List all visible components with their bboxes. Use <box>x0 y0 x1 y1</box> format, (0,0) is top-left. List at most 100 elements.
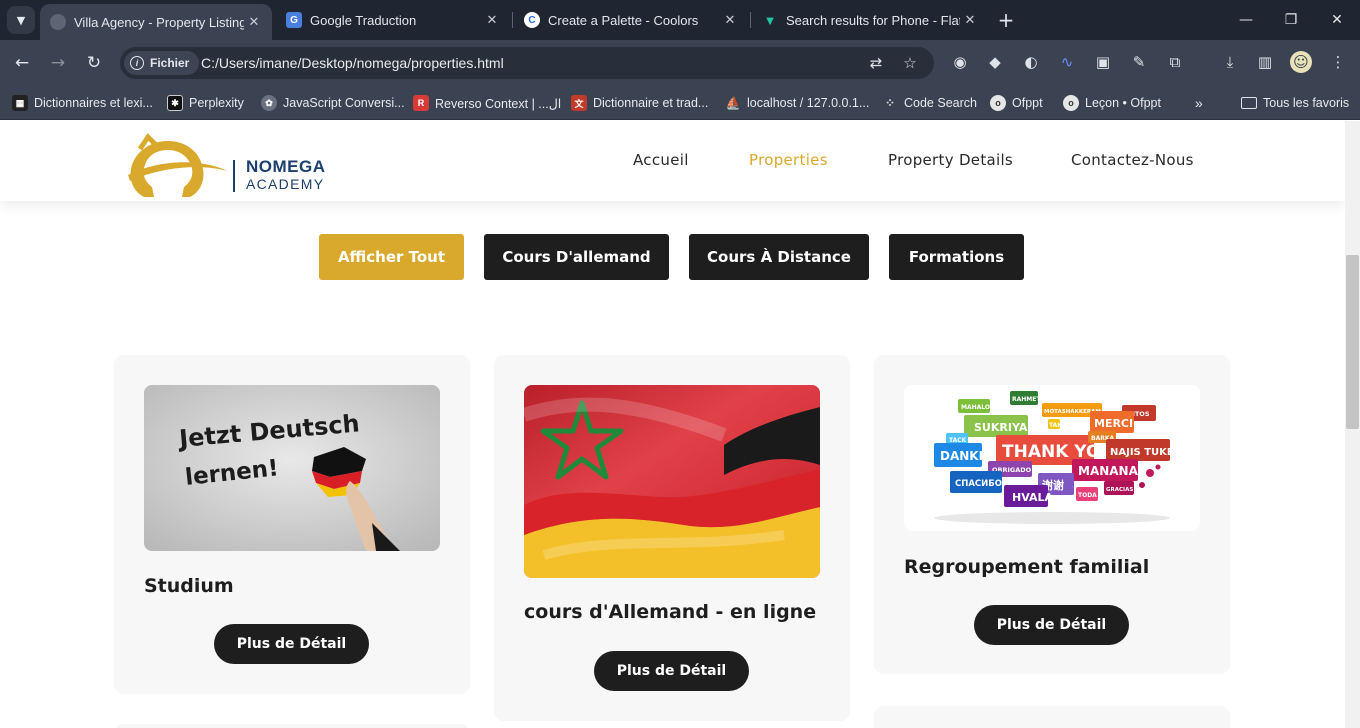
thank-you-languages-illustration: MAHALO RAHMET MOTASHAKKERAM KIITOS SUKRI… <box>934 391 1174 524</box>
restore-button[interactable]: ❐ <box>1276 8 1306 32</box>
word-hvala: HVALA <box>1012 491 1053 504</box>
google-translate-icon: G <box>286 12 302 28</box>
url-text[interactable]: C:/Users/imane/Desktop/nomega/properties… <box>201 55 504 71</box>
nav-contactez-nous[interactable]: Contactez-Nous <box>1071 151 1194 169</box>
word-manana: MANANA <box>1078 464 1139 478</box>
tab-flaticon[interactable]: ▼ Search results for Phone - Flatic ✕ <box>752 0 988 40</box>
download-icon[interactable]: ⤓ <box>1219 51 1241 73</box>
nav-accueil[interactable]: Accueil <box>633 151 689 169</box>
details-button[interactable]: Plus de Détail <box>214 624 369 664</box>
globe-icon <box>50 14 66 30</box>
filter-formations[interactable]: Formations <box>889 234 1024 280</box>
tab-title: Search results for Phone - Flatic <box>786 12 960 28</box>
filter-cours-allemand[interactable]: Cours D'allemand <box>484 234 669 280</box>
bookmark-item[interactable]: ✱ Perplexity <box>167 93 244 113</box>
word-tak: TAK <box>1049 422 1062 429</box>
logo-title: NOMEGA <box>246 157 326 176</box>
tab-coolors[interactable]: C Create a Palette - Coolors ✕ <box>514 0 748 40</box>
phpmyadmin-icon: ⛵ <box>725 96 741 110</box>
word-spasibo: СПАСИБО <box>955 479 1002 489</box>
profile-avatar[interactable]: ☺ <box>1290 51 1312 73</box>
bookmark-item[interactable]: o Leçon • Ofppt <box>1063 93 1161 113</box>
logo-subtitle: ACADEMY <box>246 176 325 192</box>
bookmark-label: Leçon • Ofppt <box>1085 96 1161 110</box>
details-button[interactable]: Plus de Détail <box>594 651 749 691</box>
scrollbar-thumb[interactable] <box>1346 255 1359 429</box>
bookmark-item[interactable]: 文 Dictionnaire et trad... <box>571 93 708 113</box>
course-card-allemand-en-ligne: cours d'Allemand - en ligne Plus de Déta… <box>494 355 850 721</box>
minimize-button[interactable]: — <box>1231 8 1261 32</box>
site-info-chip[interactable]: i Fichier <box>124 51 200 75</box>
word-kiitos: MAHALO <box>961 404 990 411</box>
forward-button[interactable]: → <box>46 51 70 75</box>
bookmark-star-icon[interactable]: ☆ <box>900 53 920 73</box>
bookmark-item[interactable]: ⛵ localhost / 127.0.0.1... <box>725 93 870 113</box>
more-bookmarks-button[interactable]: » <box>1195 93 1203 113</box>
morocco-germany-flags-illustration <box>524 385 820 578</box>
extension-record-icon[interactable]: ◉ <box>949 51 971 73</box>
extension-dark-mode-icon[interactable]: ◐ <box>1020 51 1042 73</box>
bookmark-label: Dictionnaires et lexi... <box>34 96 153 110</box>
tab-separator <box>512 12 513 28</box>
close-icon[interactable]: ✕ <box>960 12 980 28</box>
course-card-next-row <box>874 706 1230 728</box>
bookmark-label: Code Search <box>904 96 977 110</box>
menu-kebab-icon[interactable]: ⋮ <box>1327 51 1349 73</box>
close-icon[interactable]: ✕ <box>482 12 502 28</box>
tab-title: Google Traduction <box>310 12 417 28</box>
card-title: cours d'Allemand - en ligne <box>524 601 817 623</box>
eyedropper-icon[interactable]: ✎ <box>1128 51 1150 73</box>
tab-villa-agency[interactable]: Villa Agency - Property Listing I ✕ <box>40 4 272 40</box>
ofppt-icon: o <box>990 95 1006 111</box>
extensions-puzzle-icon[interactable]: ⧉ <box>1164 51 1186 73</box>
nav-property-details[interactable]: Property Details <box>888 151 1013 169</box>
extension-wave-icon[interactable]: ∿ <box>1056 51 1078 73</box>
flaticon-icon: ▼ <box>763 12 777 28</box>
coolors-icon: C <box>524 12 540 28</box>
extension-scan-icon[interactable]: ▣ <box>1092 51 1114 73</box>
nav-properties[interactable]: Properties <box>749 151 828 169</box>
jetzt-deutsch-image: Jetzt Deutsch lernen! <box>144 385 440 551</box>
bookmark-label: localhost / 127.0.0.1... <box>747 96 870 110</box>
word-tack: TACK <box>949 437 967 444</box>
dictionary-icon: ▦ <box>12 95 28 111</box>
bookmark-item[interactable]: ✿ JavaScript Conversi... <box>261 93 405 113</box>
back-button[interactable]: ← <box>10 51 34 75</box>
window-close-button[interactable]: ✕ <box>1322 8 1352 32</box>
bookmark-item[interactable]: ⁘ Code Search <box>882 93 977 113</box>
course-card-studium: Jetzt Deutsch lernen! Studium Plus de Dé… <box>114 355 470 694</box>
extension-fox-icon[interactable]: ◆ <box>984 51 1006 73</box>
tab-google-translate[interactable]: G Google Traduction ✕ <box>276 0 510 40</box>
bookmark-label: Ofppt <box>1012 96 1043 110</box>
page-scrollbar[interactable] <box>1345 121 1360 728</box>
bookmark-item[interactable]: o Ofppt <box>990 93 1043 113</box>
translate-icon[interactable]: ⇄ <box>866 53 886 73</box>
file-scheme-label: Fichier <box>150 56 190 70</box>
word-gracias: GRACIAS <box>1106 487 1133 493</box>
bookmark-label: Tous les favoris <box>1263 96 1350 110</box>
bookmark-item[interactable]: ▦ Dictionnaires et lexi... <box>12 93 153 113</box>
ofppt-icon: o <box>1063 95 1079 111</box>
details-button[interactable]: Plus de Détail <box>974 605 1129 645</box>
new-tab-button[interactable]: + <box>995 9 1017 31</box>
address-bar[interactable]: i Fichier C:/Users/imane/Desktop/nomega/… <box>120 47 934 79</box>
bookmark-label: Perplexity <box>189 96 244 110</box>
info-icon: i <box>130 56 144 70</box>
word-toda: TODA <box>1078 492 1097 499</box>
bookmark-item[interactable]: R Reverso Context | ...ال <box>413 93 561 113</box>
filter-afficher-tout[interactable]: Afficher Tout <box>319 234 464 280</box>
filter-cours-distance[interactable]: Cours À Distance <box>689 234 869 280</box>
course-card-next-row <box>114 724 470 728</box>
page-viewport: NOMEGA ACADEMY Accueil Properties Proper… <box>0 121 1345 728</box>
nomega-logo[interactable]: NOMEGA ACADEMY <box>126 131 336 199</box>
close-icon[interactable]: ✕ <box>720 12 740 28</box>
side-panel-icon[interactable]: ▥ <box>1254 51 1276 73</box>
tab-search-button[interactable]: ▼ <box>7 6 35 34</box>
bookmark-label: Reverso Context | ...ال <box>435 96 562 111</box>
close-icon[interactable]: ✕ <box>244 14 264 30</box>
all-bookmarks-folder[interactable]: Tous les favoris <box>1241 93 1349 113</box>
reload-button[interactable]: ↻ <box>82 51 106 75</box>
code-search-icon: ⁘ <box>884 96 896 110</box>
bookmark-label: JavaScript Conversi... <box>283 96 405 110</box>
site-header: NOMEGA ACADEMY Accueil Properties Proper… <box>0 121 1345 201</box>
